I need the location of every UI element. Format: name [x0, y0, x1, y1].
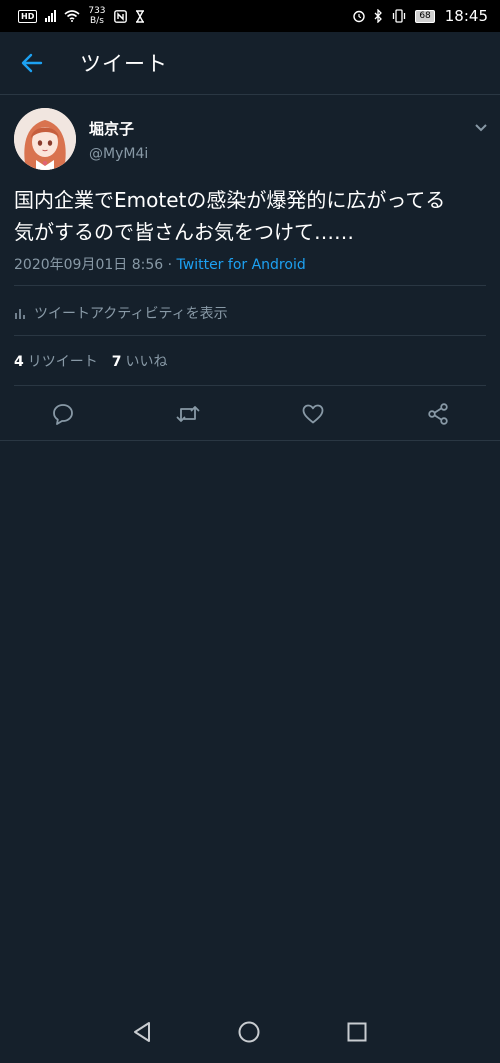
avatar[interactable]: [14, 108, 76, 170]
tweet-activity-link[interactable]: ツイートアクティビティを表示: [14, 301, 228, 325]
alarm-icon: [353, 10, 366, 23]
nfc-icon: [113, 9, 127, 23]
retweet-count-value: 4: [14, 354, 24, 370]
share-icon: [427, 403, 448, 425]
like-count[interactable]: 7 いいね: [112, 351, 168, 371]
author-name[interactable]: 堀京子: [89, 118, 134, 139]
back-button[interactable]: [0, 32, 64, 95]
clock: 18:45: [444, 7, 488, 25]
hd-badge: HD: [18, 9, 38, 23]
status-bar: HD 733 B/s 68 18:45: [0, 0, 500, 32]
triangle-back-icon: [134, 1022, 151, 1042]
tweet-activity-label: ツイートアクティビティを表示: [34, 306, 228, 322]
retweet-count-label: リツイート: [27, 354, 98, 370]
analytics-icon: [15, 308, 25, 319]
vibrate-icon: [393, 9, 406, 23]
hourglass-icon: [135, 9, 144, 23]
like-count-value: 7: [111, 354, 122, 370]
retweet-button[interactable]: [168, 394, 208, 434]
tweet-meta: 2020年09月01日 8:56 · Twitter for Android: [14, 254, 306, 274]
like-button[interactable]: [293, 394, 333, 434]
engagement-counts: 4 リツイート 7 いいね: [14, 351, 168, 371]
author-handle[interactable]: @MyM4i: [89, 146, 148, 162]
chevron-down-icon: [475, 124, 487, 132]
nav-home-button[interactable]: [237, 1020, 261, 1048]
like-count-label: いいね: [125, 354, 168, 370]
meta-separator: ·: [163, 257, 177, 273]
square-recents-icon: [347, 1022, 367, 1042]
reply-icon: [52, 404, 73, 425]
network-speed: 733 B/s: [88, 6, 105, 26]
wifi-icon: [64, 10, 80, 22]
circle-home-icon: [238, 1021, 260, 1043]
app-header: ツイート: [0, 32, 500, 95]
retweet-count[interactable]: 4 リツイート: [14, 351, 98, 371]
tweet-text: 国内企業でEmotetの感染が爆発的に広がってる 気がするので皆さんお気をつけて…: [14, 184, 490, 248]
author-row: 堀京子 @MyM4i: [0, 96, 500, 180]
reply-button[interactable]: [43, 394, 83, 434]
bluetooth-icon: [374, 9, 383, 23]
share-button[interactable]: [418, 394, 458, 434]
tweet-timestamp: 2020年09月01日 8:56: [14, 257, 164, 273]
tweet-actions: [0, 388, 500, 440]
tweet-detail: 堀京子 @MyM4i 国内企業でEmotetの感染が爆発的に広がってる 気がする…: [0, 96, 500, 441]
divider: [14, 335, 486, 336]
nav-recents-button[interactable]: [346, 1021, 368, 1047]
tweet-text-line1: 国内企業でEmotetの感染が爆発的に広がってる: [14, 188, 446, 212]
network-speed-value: 733: [88, 6, 106, 16]
system-nav-bar: [0, 1005, 500, 1063]
network-speed-unit: B/s: [89, 16, 104, 26]
divider: [14, 385, 486, 386]
tweet-source-link[interactable]: Twitter for Android: [177, 257, 306, 273]
divider: [14, 285, 486, 286]
cell-signal-icon: [45, 10, 57, 22]
battery-level: 68: [415, 9, 435, 23]
tweet-text-line2: 気がするので皆さんお気をつけて……: [14, 220, 354, 244]
arrow-left-icon: [21, 53, 43, 73]
more-options-button[interactable]: [474, 118, 488, 137]
like-icon: [302, 404, 323, 424]
page-title: ツイート: [80, 52, 168, 76]
nav-back-button[interactable]: [132, 1021, 152, 1047]
retweet-icon: [176, 406, 199, 422]
divider: [0, 440, 500, 441]
